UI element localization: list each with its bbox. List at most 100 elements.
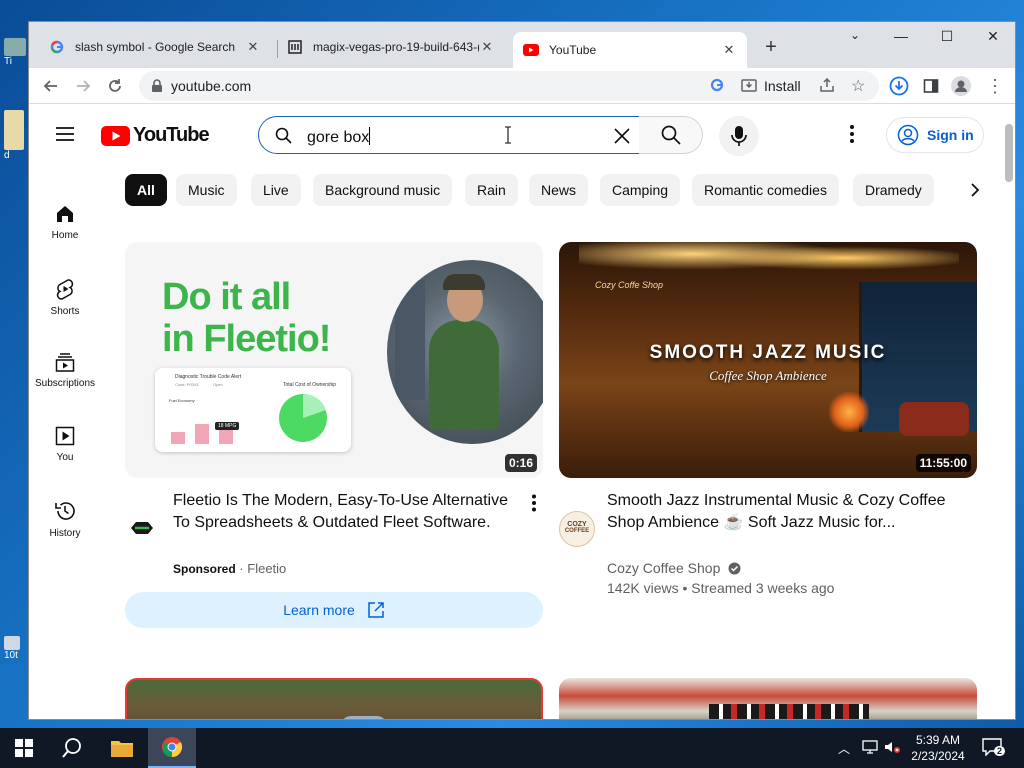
you-icon bbox=[29, 426, 101, 446]
sidebar-item-history[interactable]: History bbox=[29, 500, 101, 539]
page-scrollbar[interactable] bbox=[1005, 124, 1013, 182]
sidebar-item-home[interactable]: Home bbox=[29, 204, 101, 241]
video-duration: 11:55:00 bbox=[915, 454, 971, 472]
chip-all[interactable]: All bbox=[125, 174, 167, 206]
file-explorer-button[interactable] bbox=[98, 728, 146, 768]
close-window-button[interactable]: ✕ bbox=[981, 28, 1005, 45]
google-icon bbox=[49, 39, 65, 55]
notifications-button[interactable]: 2 bbox=[982, 738, 1008, 758]
voice-search-button[interactable] bbox=[719, 116, 759, 156]
channel-avatar[interactable]: COZY COFFEE bbox=[559, 511, 595, 547]
chip-rain[interactable]: Rain bbox=[465, 174, 518, 206]
shorts-icon bbox=[29, 278, 101, 300]
video-meta: Sponsored · Fleetio bbox=[173, 561, 287, 576]
chip-camping[interactable]: Camping bbox=[600, 174, 681, 206]
folder-icon bbox=[111, 741, 133, 757]
clear-search-icon[interactable] bbox=[613, 127, 631, 150]
desktop-icon[interactable]: 10t bbox=[4, 636, 28, 661]
search-button[interactable] bbox=[639, 116, 703, 154]
youtube-logo-icon bbox=[101, 125, 130, 146]
search-box[interactable]: gore box bbox=[258, 116, 640, 154]
notification-count-badge: 2 bbox=[994, 746, 1006, 756]
video-thumbnail-digging[interactable] bbox=[125, 678, 543, 719]
close-tab-icon[interactable]: ✕ bbox=[721, 42, 737, 58]
sponsored-label: Sponsored bbox=[173, 562, 236, 576]
video-more-icon[interactable] bbox=[531, 494, 537, 517]
channel-name[interactable]: Fleetio bbox=[247, 561, 286, 576]
close-tab-icon[interactable]: ✕ bbox=[245, 39, 261, 55]
channel-row: Cozy Coffee Shop bbox=[607, 560, 741, 576]
search-icon bbox=[62, 738, 81, 758]
microphone-icon bbox=[731, 126, 747, 146]
site-info-icon[interactable] bbox=[151, 79, 163, 98]
video-thumbnail-basketball[interactable] bbox=[559, 678, 977, 719]
hamburger-menu-icon[interactable] bbox=[55, 126, 75, 147]
thumb-dashboard-card: Diagnostic Trouble Code Alert Code: P030… bbox=[155, 368, 351, 452]
volume-muted-icon[interactable] bbox=[884, 740, 900, 759]
subscriptions-icon bbox=[29, 352, 101, 372]
tab-google-search[interactable]: slash symbol - Google Search ✕ bbox=[39, 32, 271, 62]
reload-icon[interactable] bbox=[105, 76, 125, 96]
advertiser-avatar[interactable] bbox=[129, 520, 155, 541]
google-lens-icon[interactable] bbox=[709, 77, 725, 98]
thumb-headline: SMOOTH JAZZ MUSIC bbox=[649, 342, 887, 363]
chrome-icon bbox=[162, 737, 183, 758]
search-icon bbox=[661, 125, 681, 145]
back-icon[interactable] bbox=[41, 76, 61, 96]
address-bar[interactable]: youtube.com Install ☆ bbox=[139, 71, 879, 101]
profile-avatar-icon[interactable] bbox=[951, 76, 971, 96]
chrome-taskbar-button[interactable] bbox=[148, 728, 196, 768]
share-icon[interactable] bbox=[819, 77, 835, 98]
sidebar-item-subscriptions[interactable]: Subscriptions bbox=[29, 352, 101, 389]
browser-toolbar: youtube.com Install ☆ ⋮ bbox=[29, 68, 1015, 104]
minimize-button[interactable]: — bbox=[889, 28, 913, 44]
maximize-button[interactable]: ☐ bbox=[935, 28, 959, 45]
new-tab-button[interactable]: + bbox=[761, 36, 781, 59]
system-clock[interactable]: 5:39 AM 2/23/2024 bbox=[908, 732, 968, 764]
video-duration: 0:16 bbox=[504, 454, 537, 472]
thumb-person-photo bbox=[387, 260, 543, 444]
youtube-favicon-icon bbox=[523, 42, 539, 58]
video-title[interactable]: Smooth Jazz Instrumental Music & Cozy Co… bbox=[607, 490, 967, 534]
sign-in-button[interactable]: Sign in bbox=[886, 117, 984, 153]
chip-background-music[interactable]: Background music bbox=[313, 174, 453, 206]
channel-name[interactable]: Cozy Coffee Shop bbox=[607, 560, 720, 576]
chip-romantic-comedies[interactable]: Romantic comedies bbox=[692, 174, 839, 206]
tab-magix-vegas[interactable]: magix-vegas-pro-19-build-643-( ✕ bbox=[277, 32, 505, 62]
chip-live[interactable]: Live bbox=[251, 174, 301, 206]
chip-music[interactable]: Music bbox=[176, 174, 237, 206]
text-caret bbox=[369, 127, 371, 145]
install-app-icon[interactable] bbox=[741, 77, 757, 98]
learn-more-button[interactable]: Learn more bbox=[125, 592, 543, 628]
network-icon[interactable] bbox=[862, 740, 878, 759]
video-title[interactable]: Fleetio Is The Modern, Easy-To-Use Alter… bbox=[173, 490, 523, 534]
home-icon bbox=[29, 204, 101, 224]
chips-next-chevron-icon[interactable] bbox=[959, 174, 991, 206]
verified-badge-icon bbox=[728, 562, 741, 575]
taskbar-search-button[interactable] bbox=[48, 728, 96, 768]
desktop-icon[interactable]: Ti bbox=[4, 38, 28, 67]
chip-dramedy[interactable]: Dramedy bbox=[853, 174, 934, 206]
close-tab-icon[interactable]: ✕ bbox=[479, 39, 495, 55]
video-thumbnail-smooth-jazz[interactable]: Cozy Coffe Shop SMOOTH JAZZ MUSIC Coffee… bbox=[559, 242, 977, 478]
settings-more-icon[interactable] bbox=[849, 124, 855, 149]
side-panel-icon[interactable] bbox=[921, 76, 941, 96]
chip-news[interactable]: News bbox=[529, 174, 589, 206]
tray-overflow-chevron-icon[interactable]: ︿ bbox=[838, 740, 850, 757]
install-label[interactable]: Install bbox=[764, 78, 801, 94]
desktop-icon[interactable]: d bbox=[4, 110, 28, 161]
site-favicon-icon bbox=[287, 39, 303, 55]
video-thumbnail-fleetio[interactable]: Do it all in Fleetio! Diagnostic Trouble… bbox=[125, 242, 543, 478]
history-icon bbox=[29, 500, 101, 522]
start-button[interactable] bbox=[0, 728, 48, 768]
tab-search-chevron-icon[interactable]: ⌄ bbox=[843, 28, 867, 42]
tab-youtube[interactable]: YouTube ✕ bbox=[513, 32, 747, 68]
browser-menu-icon[interactable]: ⋮ bbox=[985, 76, 1005, 96]
search-input[interactable]: gore box bbox=[307, 127, 371, 147]
youtube-logo[interactable]: YouTube bbox=[101, 124, 210, 147]
sidebar-item-you[interactable]: You bbox=[29, 426, 101, 463]
forward-icon[interactable] bbox=[73, 76, 93, 96]
sidebar-item-shorts[interactable]: Shorts bbox=[29, 278, 101, 317]
bookmark-star-icon[interactable]: ☆ bbox=[851, 76, 865, 96]
download-icon[interactable] bbox=[889, 76, 909, 96]
